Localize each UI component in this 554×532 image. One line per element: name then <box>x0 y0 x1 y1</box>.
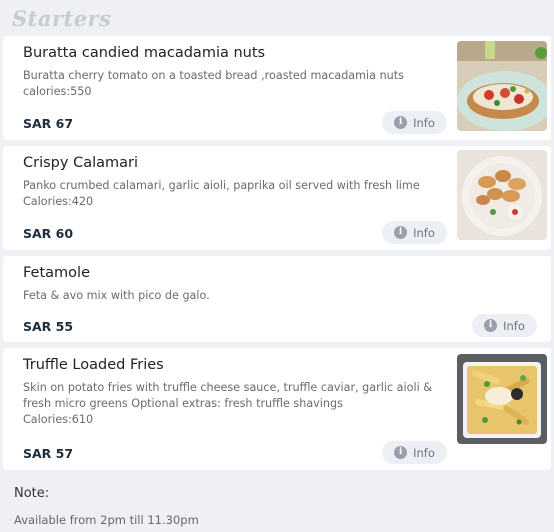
note-block: Note: Available from 2pm till 11.30pm <box>14 486 199 527</box>
info-icon: i <box>394 116 408 129</box>
info-icon: i <box>484 319 498 332</box>
item-name: Fetamole <box>23 265 90 281</box>
truffle-fries-photo-icon[interactable] <box>457 354 547 444</box>
item-name: Truffle Loaded Fries <box>23 357 164 373</box>
menu-item-card[interactable]: Crispy Calamari Panko crumbed calamari, … <box>3 146 551 250</box>
item-description: Buratta cherry tomato on a toasted bread… <box>23 68 443 100</box>
info-button[interactable]: i Info <box>382 111 447 134</box>
section-title: Starters <box>12 6 112 31</box>
item-calories: Calories:420 <box>23 195 94 208</box>
item-price: SAR 57 <box>23 446 74 461</box>
item-name: Buratta candied macadamia nuts <box>23 45 266 61</box>
info-button-label: Info <box>503 318 525 333</box>
info-icon: i <box>394 446 408 459</box>
item-price: SAR 55 <box>23 319 74 334</box>
item-calories: calories:550 <box>23 85 92 98</box>
item-price: SAR 67 <box>23 116 74 131</box>
item-description-text: Panko crumbed calamari, garlic aioli, pa… <box>23 179 420 192</box>
item-description-text: Feta & avo mix with pico de galo. <box>23 289 210 302</box>
item-description: Feta & avo mix with pico de galo. <box>23 288 443 304</box>
item-name: Crispy Calamari <box>23 155 138 171</box>
info-button-label: Info <box>413 115 435 130</box>
item-description-text: Skin on potato fries with truffle cheese… <box>23 381 432 410</box>
info-button-label: Info <box>413 225 435 240</box>
calamari-bowl-photo-icon[interactable] <box>457 150 547 240</box>
menu-item-card[interactable]: Fetamole Feta & avo mix with pico de gal… <box>3 256 551 342</box>
menu-item-card[interactable]: Buratta candied macadamia nuts Buratta c… <box>3 36 551 140</box>
info-button[interactable]: i Info <box>472 314 537 337</box>
item-calories: Calories:610 <box>23 413 94 426</box>
info-button-label: Info <box>413 445 435 460</box>
menu-item-card[interactable]: Truffle Loaded Fries Skin on potato frie… <box>3 348 551 470</box>
item-description-text: Buratta cherry tomato on a toasted bread… <box>23 69 404 82</box>
info-button[interactable]: i Info <box>382 221 447 244</box>
note-text: Available from 2pm till 11.30pm <box>14 513 199 527</box>
note-label: Note: <box>14 486 50 501</box>
item-description: Skin on potato fries with truffle cheese… <box>23 380 443 428</box>
item-price: SAR 60 <box>23 226 74 241</box>
buratta-toast-photo-icon[interactable] <box>457 41 547 131</box>
info-icon: i <box>394 226 408 239</box>
item-description: Panko crumbed calamari, garlic aioli, pa… <box>23 178 443 210</box>
info-button[interactable]: i Info <box>382 441 447 464</box>
